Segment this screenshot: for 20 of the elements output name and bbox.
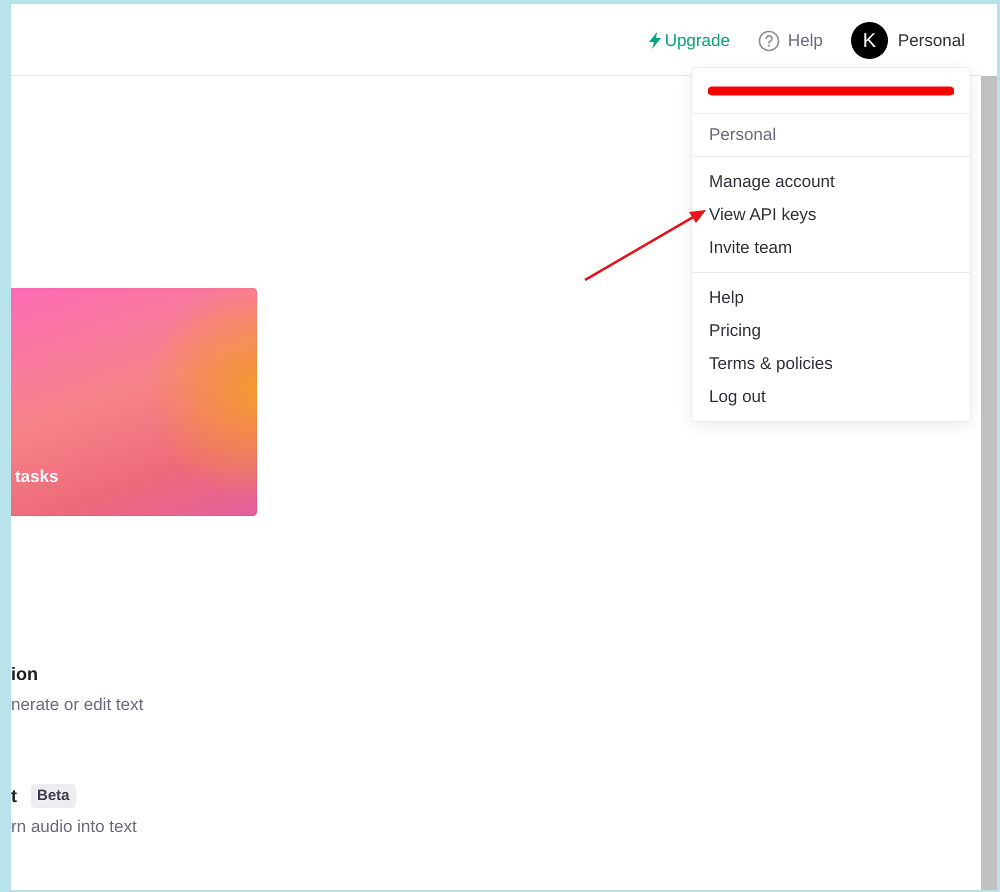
menu-item[interactable]: Help <box>692 281 970 314</box>
account-button[interactable]: K Personal <box>850 22 965 59</box>
menu-heading: Personal <box>708 124 778 146</box>
menu-item[interactable]: Terms & policies <box>692 347 970 380</box>
menu-item[interactable]: Pricing <box>692 314 970 347</box>
model-description: nerate or edit text <box>11 694 144 716</box>
lightning-icon <box>648 32 661 49</box>
menu-item[interactable]: Log out <box>692 380 970 413</box>
beta-badge: Beta <box>31 784 76 808</box>
menu-item[interactable]: Manage account <box>692 165 970 198</box>
scrollbar[interactable] <box>981 76 997 890</box>
card-title: tasks <box>15 466 58 488</box>
help-icon <box>758 30 780 52</box>
help-link[interactable]: Help <box>758 28 823 54</box>
model-title: ion <box>11 663 38 686</box>
menu-item[interactable]: View API keys <box>692 198 970 231</box>
model-description: rn audio into text <box>11 816 138 838</box>
menu-item[interactable]: Invite team <box>692 231 970 264</box>
avatar: K <box>850 22 888 59</box>
model-title: t <box>11 784 17 808</box>
